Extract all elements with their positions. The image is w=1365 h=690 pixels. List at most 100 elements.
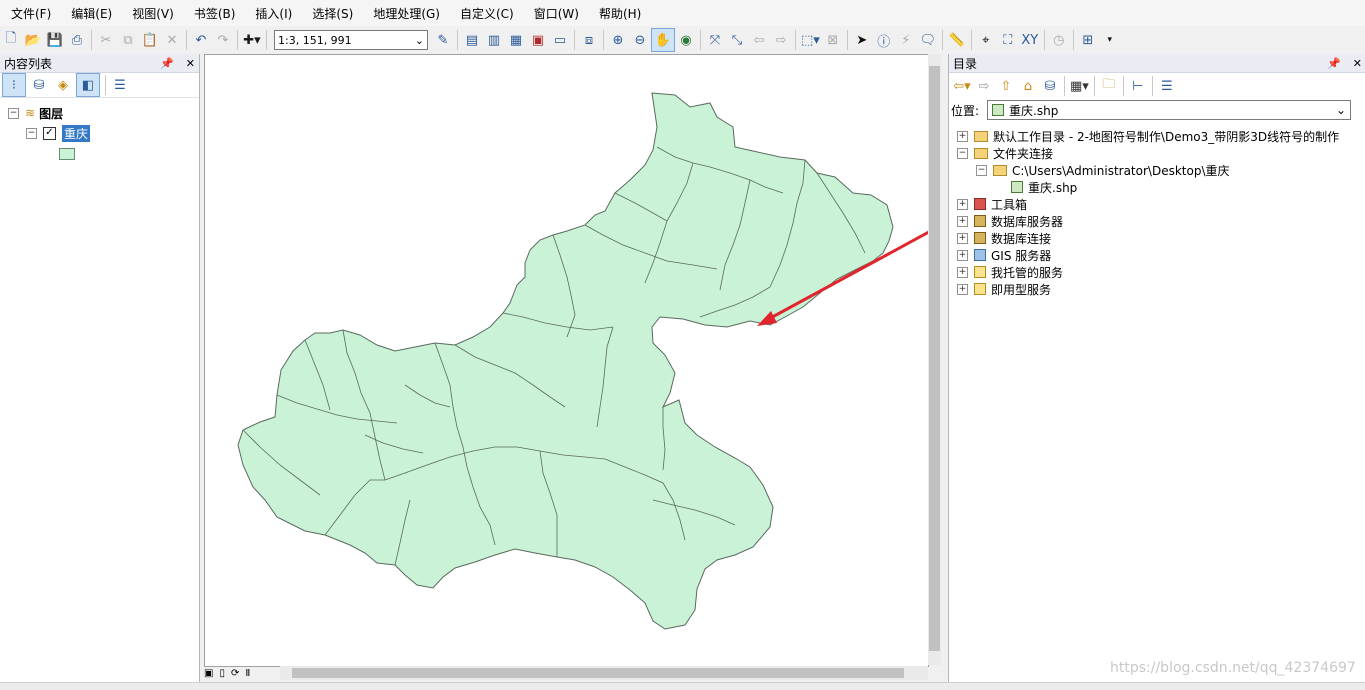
go-to-xy-icon[interactable]: XY <box>1019 29 1041 51</box>
menu-insert[interactable]: 插入(I) <box>244 5 301 22</box>
catalog-item-toolbox[interactable]: + 工具箱 <box>957 195 1027 213</box>
create-viewer-window-icon[interactable]: ⊞ <box>1077 29 1099 51</box>
connect-folder-icon[interactable]: ⛁ <box>1039 75 1061 97</box>
print-icon[interactable]: ⎙ <box>66 29 88 51</box>
pin-icon[interactable]: 📌 <box>1327 57 1341 70</box>
copy-icon[interactable]: ⧉ <box>117 29 139 51</box>
menu-geoprocessing[interactable]: 地理处理(G) <box>362 5 449 22</box>
paste-icon[interactable]: 📋 <box>139 29 161 51</box>
add-data-icon[interactable]: ✚▾ <box>241 29 263 51</box>
full-extent-globe-icon[interactable]: ◉ <box>675 29 697 51</box>
list-by-selection-icon[interactable]: ◧ <box>76 73 100 97</box>
expand-icon[interactable]: + <box>957 283 968 295</box>
pan-hand-icon[interactable]: ✋ <box>651 28 675 52</box>
expand-icon[interactable]: + <box>957 198 968 210</box>
zoom-out-icon[interactable]: ⊖ <box>629 29 651 51</box>
expand-icon[interactable]: + <box>957 232 968 244</box>
catalog-item-shapefile[interactable]: 重庆.shp <box>1011 178 1077 196</box>
select-features-icon[interactable]: ⬚▾ <box>799 29 822 51</box>
menu-customize[interactable]: 自定义(C) <box>449 5 523 22</box>
collapse-icon[interactable]: − <box>957 147 968 159</box>
menu-windows[interactable]: 窗口(W) <box>523 5 588 22</box>
forward-extent-icon[interactable]: ⇨ <box>770 29 792 51</box>
expand-icon[interactable]: + <box>957 215 968 227</box>
undo-icon[interactable]: ↶ <box>190 29 212 51</box>
forward-arrow-icon[interactable]: ⇨ <box>973 75 995 97</box>
time-slider-icon[interactable]: ◷ <box>1048 29 1070 51</box>
collapse-icon[interactable]: − <box>26 127 37 139</box>
catalog-item-db-connections[interactable]: + 数据库连接 <box>957 229 1051 247</box>
catalog-item-hosted-services[interactable]: + 我托管的服务 <box>957 263 1063 281</box>
layer-symbol-row[interactable] <box>59 145 75 163</box>
layer-name[interactable]: 重庆 <box>62 124 91 142</box>
collapse-icon[interactable]: − <box>8 107 19 119</box>
catalog-item-folder-connections[interactable]: − 文件夹连接 <box>957 144 1053 162</box>
catalog-item-desktop-folder[interactable]: − C:\Users\Administrator\Desktop\重庆 <box>976 161 1230 179</box>
catalog-item-ready-services[interactable]: + 即用型服务 <box>957 280 1051 298</box>
find-route-icon[interactable]: ⛶ <box>997 29 1019 51</box>
redo-icon[interactable]: ↷ <box>212 29 234 51</box>
layer-visibility-checkbox[interactable]: ✓ <box>43 126 56 140</box>
close-icon[interactable]: ✕ <box>186 57 195 70</box>
catalog-window-icon[interactable]: ▥ <box>483 29 505 51</box>
pause-drawing-icon[interactable]: Ⅱ <box>245 668 250 679</box>
pin-icon[interactable]: 📌 <box>160 57 174 70</box>
fixed-zoom-in-icon[interactable]: ⤧ <box>704 29 726 51</box>
close-icon[interactable]: ✕ <box>1353 57 1362 70</box>
model-builder-icon[interactable]: ⧈ <box>578 29 600 51</box>
menu-selection[interactable]: 选择(S) <box>301 5 362 22</box>
new-folder-icon[interactable]: 🗀 <box>1098 75 1120 97</box>
tree-view-icon[interactable]: ⊢ <box>1127 75 1149 97</box>
data-view-icon[interactable]: ▣ <box>204 668 213 679</box>
expand-icon[interactable]: + <box>957 249 968 261</box>
back-arrow-icon[interactable]: ⇦▾ <box>951 75 973 97</box>
select-elements-arrow-icon[interactable]: ➤ <box>851 29 873 51</box>
list-by-drawing-order-icon[interactable]: ⁝ <box>2 73 26 97</box>
map-scale-combobox[interactable]: 1:3, 151, 991 ⌄ <box>274 30 428 50</box>
table-of-contents-icon[interactable]: ▤ <box>461 29 483 51</box>
delete-icon[interactable]: ✕ <box>161 29 183 51</box>
map-display[interactable] <box>204 54 998 667</box>
expand-icon[interactable]: + <box>957 266 968 278</box>
refresh-view-icon[interactable]: ⟳ <box>231 668 239 679</box>
search-window-icon[interactable]: ▦ <box>505 29 527 51</box>
layout-view-icon[interactable]: ▯ <box>219 668 225 679</box>
home-folder-icon[interactable]: ⌂ <box>1017 75 1039 97</box>
measure-icon[interactable]: 📏 <box>946 29 968 51</box>
map-horizontal-scrollbar[interactable] <box>280 666 928 680</box>
menu-edit[interactable]: 编辑(E) <box>60 5 121 22</box>
open-folder-icon[interactable]: 📂 <box>22 29 44 51</box>
html-popup-icon[interactable]: 🗨 <box>917 29 939 51</box>
view-options-icon[interactable]: ▦▾ <box>1068 75 1091 97</box>
catalog-options-icon[interactable]: ☰ <box>1156 75 1178 97</box>
clear-selection-icon[interactable]: ⊠ <box>822 29 844 51</box>
menu-bookmarks[interactable]: 书签(B) <box>183 5 245 22</box>
hyperlink-icon[interactable]: ⚡ <box>895 29 917 51</box>
menu-file[interactable]: 文件(F) <box>0 5 60 22</box>
layer-row-chongqing[interactable]: − ✓ 重庆 <box>26 124 91 142</box>
list-by-visibility-icon[interactable]: ◈ <box>52 74 74 96</box>
location-combobox[interactable]: 重庆.shp ⌄ <box>987 100 1352 120</box>
new-document-icon[interactable]: 🗋 <box>0 29 22 51</box>
map-vertical-scrollbar[interactable] <box>928 54 941 665</box>
polygon-symbol-swatch[interactable] <box>59 148 75 160</box>
find-binoculars-icon[interactable]: ⌖ <box>975 29 997 51</box>
collapse-icon[interactable]: − <box>976 164 987 176</box>
up-one-level-icon[interactable]: ⇧ <box>995 75 1017 97</box>
back-extent-icon[interactable]: ⇦ <box>748 29 770 51</box>
save-icon[interactable]: 💾 <box>44 29 66 51</box>
options-icon[interactable]: ☰ <box>109 74 131 96</box>
catalog-item-home[interactable]: + 默认工作目录 - 2-地图符号制作\Demo3_带阴影3D线符号的制作 <box>957 127 1339 145</box>
identify-info-icon[interactable]: ⓘ <box>873 29 895 51</box>
catalog-item-gis-servers[interactable]: + GIS 服务器 <box>957 246 1051 264</box>
catalog-item-db-servers[interactable]: + 数据库服务器 <box>957 212 1063 230</box>
chongqing-boundary[interactable] <box>237 92 894 630</box>
python-window-icon[interactable]: ▭ <box>549 29 571 51</box>
horizontal-scroll-thumb[interactable] <box>292 668 904 678</box>
vertical-scroll-thumb[interactable] <box>929 66 940 651</box>
menu-view[interactable]: 视图(V) <box>121 5 183 22</box>
menu-help[interactable]: 帮助(H) <box>588 5 650 22</box>
zoom-in-icon[interactable]: ⊕ <box>607 29 629 51</box>
cut-icon[interactable]: ✂ <box>95 29 117 51</box>
fixed-zoom-out-icon[interactable]: ⤡ <box>726 29 748 51</box>
